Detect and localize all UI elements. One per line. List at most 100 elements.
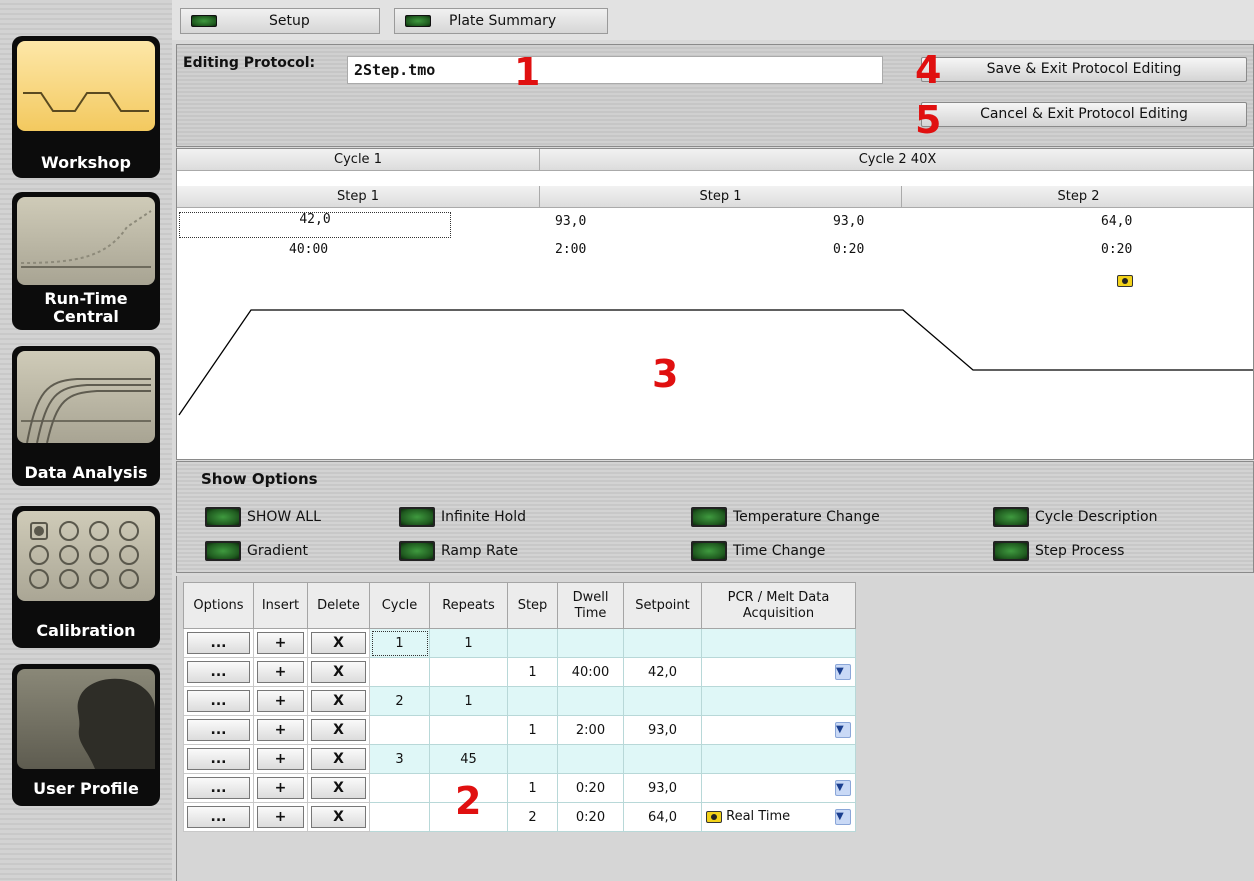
option-ramp-rate[interactable]: Ramp Rate [399, 541, 518, 561]
sidebar-item-calibration[interactable]: Calibration [12, 506, 160, 648]
setpoint-cell[interactable]: 64,0 [623, 802, 702, 832]
cycle-cell[interactable] [369, 773, 430, 803]
step-cell[interactable]: 1 [507, 773, 558, 803]
sidebar-item-run-time-central[interactable]: Run-Time Central [12, 192, 160, 330]
indicator-led-icon [191, 15, 217, 27]
dwell-time-cell[interactable]: 0:20 [557, 773, 624, 803]
cycle-cell[interactable]: 2 [369, 686, 430, 716]
chevron-down-icon[interactable]: ▼ [835, 664, 851, 680]
insert-button[interactable]: + [257, 632, 304, 654]
options-button[interactable]: ... [187, 777, 250, 799]
dwell-time-cell[interactable]: 0:20 [557, 802, 624, 832]
repeats-cell[interactable]: 1 [429, 686, 508, 716]
protocol-graph[interactable]: Cycle 1 Cycle 2 40X Step 1 Step 1 Step 2… [176, 148, 1254, 460]
repeats-cell[interactable] [429, 715, 508, 745]
option-time-change[interactable]: Time Change [691, 541, 825, 561]
toggle-led-icon [691, 507, 727, 527]
insert-button[interactable]: + [257, 748, 304, 770]
protocol-name-field[interactable]: 2Step.tmo [347, 56, 883, 84]
workshop-icon [17, 41, 155, 131]
table-row: ... + X 1 2:00 93,0 ▼ [183, 715, 856, 745]
option-step-process[interactable]: Step Process [993, 541, 1124, 561]
step-cell[interactable] [507, 628, 558, 658]
acquisition-cell[interactable]: Real Time ▼ [701, 802, 856, 832]
delete-button[interactable]: X [311, 777, 366, 799]
acquisition-cell[interactable]: ▼ [701, 715, 856, 745]
dwell-time-cell[interactable] [557, 686, 624, 716]
option-infinite-hold[interactable]: Infinite Hold [399, 507, 526, 527]
options-button[interactable]: ... [187, 661, 250, 683]
option-label: Gradient [247, 543, 308, 559]
delete-cell: X [307, 802, 370, 832]
option-cycle-description[interactable]: Cycle Description [993, 507, 1157, 527]
insert-button[interactable]: + [257, 806, 304, 828]
delete-button[interactable]: X [311, 806, 366, 828]
column-header-cycle: Cycle [369, 582, 430, 629]
step-cell[interactable]: 1 [507, 657, 558, 687]
chevron-down-icon[interactable]: ▼ [835, 809, 851, 825]
setpoint-cell[interactable] [623, 744, 702, 774]
setpoint-cell[interactable] [623, 686, 702, 716]
options-cell: ... [183, 773, 254, 803]
option-gradient[interactable]: Gradient [205, 541, 308, 561]
protocol-grid-area: Options Insert Delete Cycle Repeats Step… [176, 576, 1254, 881]
insert-button[interactable]: + [257, 719, 304, 741]
protocol-table: Options Insert Delete Cycle Repeats Step… [183, 582, 856, 832]
acquisition-cell[interactable]: ▼ [701, 773, 856, 803]
option-temperature-change[interactable]: Temperature Change [691, 507, 880, 527]
cycle-cell[interactable] [369, 657, 430, 687]
chevron-down-icon[interactable]: ▼ [835, 780, 851, 796]
step-cell[interactable]: 2 [507, 802, 558, 832]
callout-4: 4 [915, 48, 942, 92]
step-cell[interactable]: 1 [507, 715, 558, 745]
options-button[interactable]: ... [187, 806, 250, 828]
option-label: Step Process [1035, 543, 1125, 559]
cycle-cell[interactable] [369, 715, 430, 745]
dwell-time-cell[interactable] [557, 628, 624, 658]
delete-button[interactable]: X [311, 661, 366, 683]
tab-plate-summary[interactable]: Plate Summary [394, 8, 608, 34]
setpoint-cell[interactable]: 93,0 [623, 773, 702, 803]
well-plate-icon [17, 511, 155, 601]
chevron-down-icon[interactable]: ▼ [835, 722, 851, 738]
insert-button[interactable]: + [257, 661, 304, 683]
sidebar-item-workshop[interactable]: Workshop [12, 36, 160, 178]
insert-button[interactable]: + [257, 777, 304, 799]
dwell-time-cell[interactable]: 40:00 [557, 657, 624, 687]
cancel-exit-button[interactable]: Cancel & Exit Protocol Editing [921, 102, 1247, 127]
cycle-cell[interactable]: 3 [369, 744, 430, 774]
repeats-cell[interactable]: 45 [429, 744, 508, 774]
options-button[interactable]: ... [187, 748, 250, 770]
step-cell[interactable] [507, 744, 558, 774]
options-button[interactable]: ... [187, 690, 250, 712]
delete-button[interactable]: X [311, 690, 366, 712]
option-show-all[interactable]: SHOW ALL [205, 507, 321, 527]
acquisition-cell[interactable]: ▼ [701, 657, 856, 687]
tab-label: Plate Summary [449, 13, 557, 29]
dwell-time-cell[interactable]: 2:00 [557, 715, 624, 745]
insert-button[interactable]: + [257, 690, 304, 712]
dwell-time-cell[interactable] [557, 744, 624, 774]
editing-protocol-label: Editing Protocol: [183, 55, 316, 71]
delete-button[interactable]: X [311, 719, 366, 741]
sidebar-item-user-profile[interactable]: User Profile [12, 664, 160, 806]
delete-button[interactable]: X [311, 632, 366, 654]
cycle-cell[interactable] [369, 802, 430, 832]
tab-setup[interactable]: Setup [180, 8, 380, 34]
save-exit-button[interactable]: Save & Exit Protocol Editing [921, 57, 1247, 82]
setpoint-cell[interactable]: 42,0 [623, 657, 702, 687]
options-button[interactable]: ... [187, 632, 250, 654]
insert-cell: + [253, 744, 308, 774]
repeats-cell[interactable]: 1 [429, 628, 508, 658]
delete-button[interactable]: X [311, 748, 366, 770]
cycle-cell[interactable]: 1 [369, 628, 430, 658]
setpoint-cell[interactable] [623, 628, 702, 658]
options-button[interactable]: ... [187, 719, 250, 741]
toggle-led-icon [993, 507, 1029, 527]
sidebar-item-data-analysis[interactable]: Data Analysis [12, 346, 160, 486]
delete-cell: X [307, 715, 370, 745]
step-cell[interactable] [507, 686, 558, 716]
show-options-title: Show Options [201, 470, 318, 488]
repeats-cell[interactable] [429, 657, 508, 687]
setpoint-cell[interactable]: 93,0 [623, 715, 702, 745]
